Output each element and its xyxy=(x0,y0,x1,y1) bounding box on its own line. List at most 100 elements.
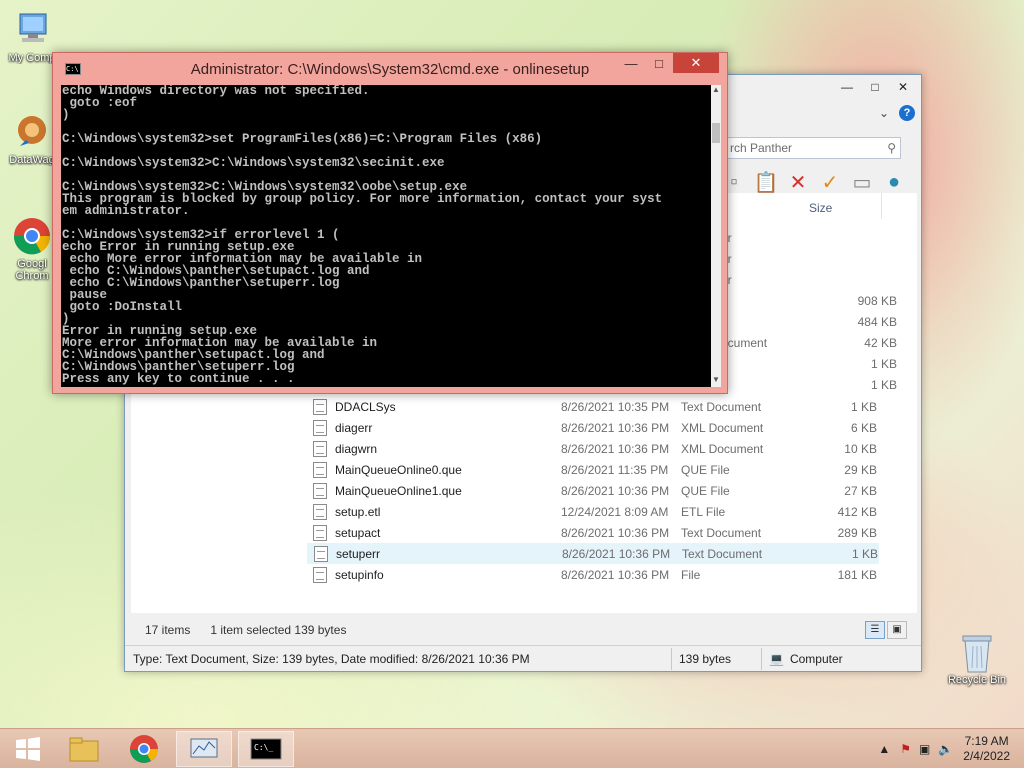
ribbon-help-row: ⌄ ? xyxy=(879,105,915,121)
file-type: QUE File xyxy=(681,483,730,498)
file-row[interactable]: setupact 8/26/2021 10:36 PM Text Document 2… xyxy=(307,522,879,543)
start-button[interactable] xyxy=(0,731,56,767)
minimize-icon[interactable]: — xyxy=(617,53,645,73)
item-count: 17 items xyxy=(145,623,191,637)
console-output[interactable]: echo Windows directory was not specified… xyxy=(61,85,711,387)
scrollbar[interactable]: ▲ ▼ xyxy=(711,85,721,387)
ribbon-expand-icon[interactable]: ⌄ xyxy=(879,106,889,120)
recycle-bin-icon xyxy=(962,635,992,673)
help-icon[interactable]: ? xyxy=(899,105,915,121)
properties-icon[interactable]: ▭ xyxy=(849,169,875,195)
file-name: setupact xyxy=(335,525,381,540)
taskbar-chrome[interactable] xyxy=(116,731,172,767)
file-name: setuperr xyxy=(336,546,381,561)
paste-icon[interactable]: 📋 xyxy=(753,169,779,195)
volume-muted-icon[interactable]: 🔈 xyxy=(938,742,953,756)
system-tray: ▲ ⚑ ▣ 🔈 7:19 AM 2/4/2022 xyxy=(878,729,1024,768)
details-bar: Type: Text Document, Size: 139 bytes, Da… xyxy=(125,645,921,671)
search-icon: ⚲ xyxy=(887,141,896,155)
file-row[interactable]: MainQueueOnline0.que 8/26/2021 11:35 PM QU… xyxy=(307,459,879,480)
maximize-icon[interactable]: □ xyxy=(861,77,889,97)
close-icon[interactable]: ✕ xyxy=(889,77,917,97)
partial-row[interactable]: e 484 KB xyxy=(721,311,901,332)
taskbar-cmd[interactable]: C:\_ xyxy=(238,731,294,767)
chrome-icon xyxy=(130,735,158,763)
file-date: 8/26/2021 10:35 PM xyxy=(561,399,670,414)
file-name: MainQueueOnline0.que xyxy=(335,462,462,477)
window-controls: — □ ✕ xyxy=(617,53,719,73)
file-name: DDACLSys xyxy=(335,399,396,414)
taskbar-file-explorer[interactable] xyxy=(56,731,112,767)
file-type: Text Document xyxy=(681,399,762,414)
partial-type: e xyxy=(721,294,845,308)
partial-type: er xyxy=(721,231,845,245)
clock[interactable]: 7:19 AM 2/4/2022 xyxy=(963,734,1010,764)
open-icon[interactable]: ● xyxy=(881,169,907,195)
cmd-titlebar[interactable]: C:\ Administrator: C:\Windows\System32\c… xyxy=(53,53,727,85)
column-header-size[interactable]: Size xyxy=(809,201,832,215)
partial-row[interactable]: e 908 KB xyxy=(721,290,901,311)
recycle-bin-label: Recycle Bin xyxy=(947,674,1007,686)
ribbon-toolbar: ▫ 📋 ✕ ✓ ▭ ● xyxy=(721,169,907,195)
text-file-icon xyxy=(313,398,327,415)
text-file-icon xyxy=(314,545,328,562)
selection-info: 1 item selected 139 bytes xyxy=(210,623,347,637)
partial-type: er xyxy=(721,252,845,266)
scroll-thumb[interactable] xyxy=(712,123,720,143)
partial-row[interactable]: er xyxy=(721,269,901,290)
file-row[interactable]: setup.etl 12/24/2021 8:09 AM ETL File 412 K… xyxy=(307,501,879,522)
search-input[interactable]: rch Panther ⚲ xyxy=(725,137,901,159)
file-row[interactable]: diagerr 8/26/2021 10:36 PM XML Document 6 K… xyxy=(307,417,879,438)
svg-text:C:\_: C:\_ xyxy=(254,743,273,752)
file-row-selected[interactable]: setuperr 8/26/2021 10:36 PM Text Document 1… xyxy=(307,543,879,564)
windows-logo-icon xyxy=(16,737,40,761)
file-date: 8/26/2021 10:36 PM xyxy=(561,567,670,582)
show-hidden-icons-icon[interactable]: ▲ xyxy=(878,742,890,756)
file-date: 8/26/2021 10:36 PM xyxy=(562,546,671,561)
maximize-icon[interactable]: □ xyxy=(645,53,673,73)
partial-type: ocument xyxy=(721,335,768,350)
file-row[interactable]: diagwrn 8/26/2021 10:36 PM XML Document 10 … xyxy=(307,438,879,459)
file-size: 181 KB xyxy=(837,567,877,582)
console-text: echo Windows directory was not specified… xyxy=(62,85,663,386)
file-row[interactable]: setupinfo 8/26/2021 10:36 PM File 181 KB xyxy=(307,564,879,585)
partial-row[interactable]: 1 KB xyxy=(721,374,901,395)
file-row[interactable]: DDACLSys 8/26/2021 10:35 PM Text Document 1… xyxy=(307,396,879,417)
partial-row[interactable]: ocument 42 KB xyxy=(721,332,901,353)
file-size: 1 KB xyxy=(850,399,877,414)
clock-time: 7:19 AM xyxy=(964,734,1009,748)
cmd-window[interactable]: C:\ Administrator: C:\Windows\System32\c… xyxy=(52,52,728,394)
file-row[interactable]: MainQueueOnline1.que 8/26/2021 10:36 PM QU… xyxy=(307,480,879,501)
large-icons-view-icon[interactable]: ▣ xyxy=(887,621,907,639)
rename-icon[interactable]: ✓ xyxy=(817,169,843,195)
taskbar-performance-monitor[interactable] xyxy=(176,731,232,767)
location: 💻 Computer xyxy=(769,652,843,666)
file-size: 29 KB xyxy=(844,462,877,477)
details-view-icon[interactable]: ☰ xyxy=(865,621,885,639)
delete-icon[interactable]: ✕ xyxy=(785,169,811,195)
scroll-up-icon[interactable]: ▲ xyxy=(711,85,721,97)
window-controls: — □ ✕ xyxy=(833,77,917,97)
action-center-icon[interactable]: ⚑ xyxy=(900,742,911,756)
file-type: XML Document xyxy=(681,441,764,456)
desktop-icon-label: Googl Chrom xyxy=(15,258,49,282)
file-type: Text Document xyxy=(681,525,762,540)
scroll-down-icon[interactable]: ▼ xyxy=(711,375,721,387)
file-type: XML Document xyxy=(681,420,764,435)
clock-date: 2/4/2022 xyxy=(963,749,1010,763)
partial-row[interactable]: 1 KB xyxy=(721,353,901,374)
close-icon[interactable]: ✕ xyxy=(673,53,719,73)
xml-file-icon xyxy=(313,440,327,457)
cmd-icon: C:\_ xyxy=(250,738,282,760)
file-size: 412 KB xyxy=(837,504,877,519)
divider xyxy=(671,648,672,670)
minimize-icon[interactable]: — xyxy=(833,77,861,97)
partial-row[interactable]: er xyxy=(721,227,901,248)
file-name: setupinfo xyxy=(335,567,384,582)
folder-icon xyxy=(69,737,99,762)
network-icon[interactable]: ▣ xyxy=(919,742,930,756)
desktop-icon-recycle-bin[interactable]: Recycle Bin xyxy=(942,630,1012,686)
file-icon xyxy=(313,566,327,583)
file-date: 8/26/2021 10:36 PM xyxy=(561,420,670,435)
partial-row[interactable]: er xyxy=(721,248,901,269)
